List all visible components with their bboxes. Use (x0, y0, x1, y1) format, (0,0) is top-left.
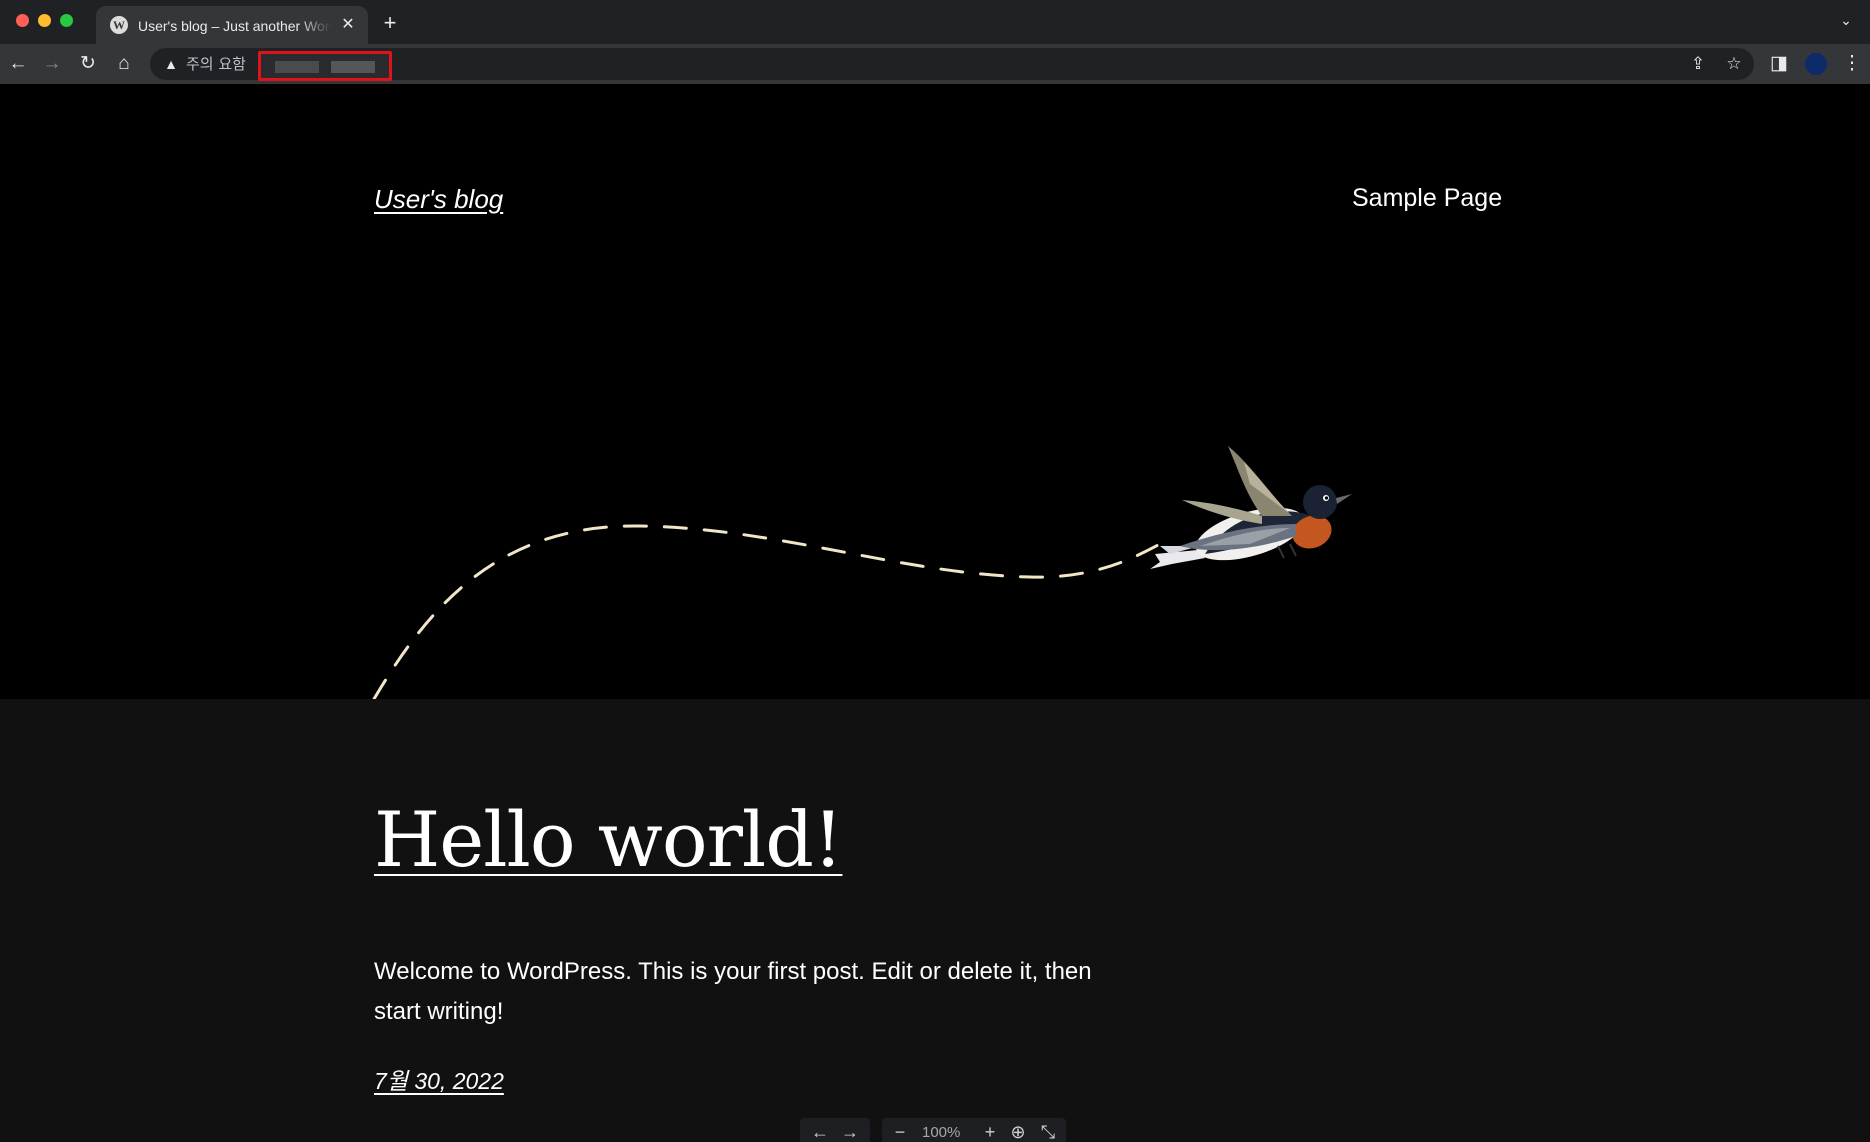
page-content: User's blog Sample Page Hello world! Wel… (0, 84, 1870, 1140)
url-redacted-highlight[interactable] (258, 51, 392, 81)
profile-avatar[interactable] (1805, 53, 1827, 75)
new-tab-button[interactable]: + (378, 12, 402, 36)
side-panel-icon[interactable]: ◨ (1767, 52, 1791, 76)
share-icon[interactable]: ⇪ (1686, 52, 1710, 76)
hero-header: User's blog Sample Page (0, 84, 1870, 699)
redacted-block (275, 61, 319, 73)
flight-path-dashed-line (372, 524, 1162, 699)
chevron-down-icon[interactable]: ⌄ (1836, 12, 1856, 32)
browser-tab-active[interactable]: W User's blog – Just another WordPress s… (96, 6, 368, 44)
site-title-link[interactable]: User's blog (374, 184, 503, 215)
bird-icon (1150, 446, 1352, 569)
arrow-left-icon[interactable]: ← (810, 1122, 830, 1142)
tab-strip: W User's blog – Just another WordPress s… (0, 0, 1870, 44)
browser-chrome: W User's blog – Just another WordPress s… (0, 0, 1870, 84)
download-icon[interactable]: ⊕ (1008, 1122, 1028, 1142)
zoom-level: 100% (922, 1124, 961, 1141)
zoom-in-icon[interactable]: + (980, 1122, 1000, 1142)
redacted-block (331, 61, 375, 73)
address-bar[interactable]: ▲ 주의 요함 ⇪ ☆ (150, 48, 1754, 81)
minimize-window-button[interactable] (38, 14, 51, 27)
browser-toolbar: ← → ↻ ⌂ ▲ 주의 요함 ⇪ ☆ ◨ ⋮ (0, 44, 1870, 84)
zoom-out-icon[interactable]: − (890, 1122, 910, 1142)
back-icon[interactable]: ← (6, 52, 30, 76)
bookmark-star-icon[interactable]: ☆ (1722, 52, 1746, 76)
post-excerpt: Welcome to WordPress. This is your first… (374, 958, 1092, 1025)
security-status-label[interactable]: 주의 요함 (186, 55, 246, 73)
home-icon[interactable]: ⌂ (112, 52, 136, 76)
close-icon[interactable]: ✕ (338, 15, 358, 35)
post-title-link[interactable]: Hello world! (374, 802, 843, 878)
forward-icon[interactable]: → (40, 52, 64, 76)
collapse-icon[interactable]: ⤡ (1038, 1122, 1058, 1142)
menu-kebab-icon[interactable]: ⋮ (1840, 52, 1864, 76)
nav-link-sample-page[interactable]: Sample Page (1352, 184, 1502, 213)
wordpress-icon: W (110, 16, 128, 34)
post-date-link[interactable]: 7월 30, 2022 (374, 1062, 504, 1096)
nav-pager-bar: ← → (800, 1118, 870, 1142)
reload-icon[interactable]: ↻ (76, 52, 100, 76)
hero-illustration (372, 446, 1352, 699)
arrow-right-icon[interactable]: → (840, 1122, 860, 1142)
maximize-window-button[interactable] (60, 14, 73, 27)
close-window-button[interactable] (16, 14, 29, 27)
tab-title: User's blog – Just another WordPress sit… (138, 18, 332, 34)
zoom-controls-bar: − 100% + ⊕ ⤡ (882, 1118, 1066, 1142)
warning-icon[interactable]: ▲ (162, 55, 180, 73)
